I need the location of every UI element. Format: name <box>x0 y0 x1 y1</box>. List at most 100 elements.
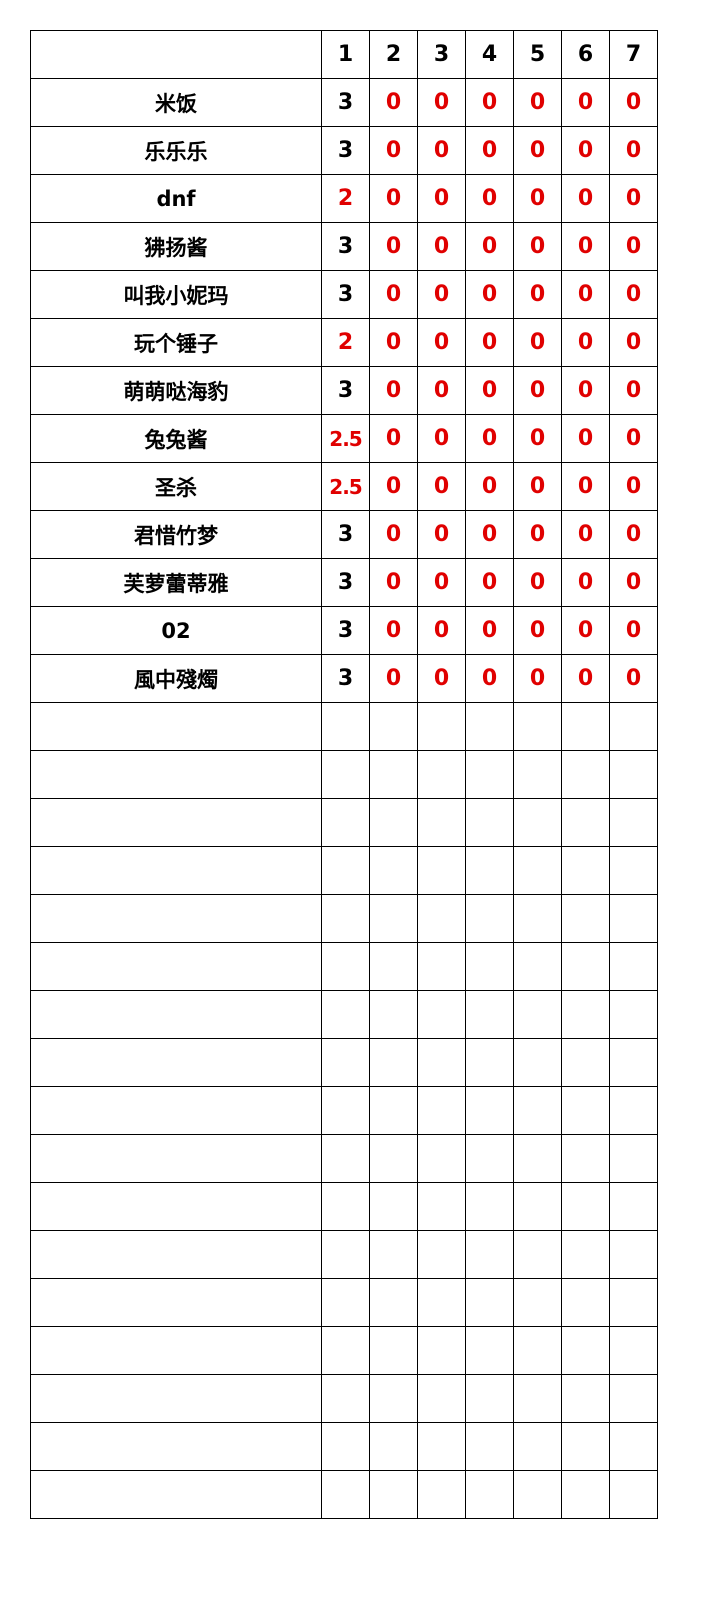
table-row <box>30 750 658 799</box>
score-cell-round-7 <box>609 798 658 847</box>
score-cell-round-1 <box>321 750 370 799</box>
score-cell-round-2 <box>369 1182 418 1231</box>
score-cell-round-7 <box>609 1278 658 1327</box>
player-name-cell: 乐乐乐 <box>30 126 322 175</box>
score-cell-round-6: 0 <box>561 510 610 559</box>
score-cell-round-4: 0 <box>465 510 514 559</box>
score-cell-round-5 <box>513 702 562 751</box>
score-cell-round-7: 0 <box>609 174 658 223</box>
score-cell-round-2: 0 <box>369 78 418 127</box>
score-cell-round-5: 0 <box>513 654 562 703</box>
score-cell-round-7 <box>609 1134 658 1183</box>
score-cell-round-3 <box>417 1230 466 1279</box>
score-cell-round-1 <box>321 702 370 751</box>
score-cell-round-6 <box>561 942 610 991</box>
score-cell-round-6: 0 <box>561 270 610 319</box>
table-row <box>30 1134 658 1183</box>
score-cell-round-6 <box>561 1230 610 1279</box>
score-cell-round-7: 0 <box>609 126 658 175</box>
score-cell-round-7: 0 <box>609 462 658 511</box>
score-cell-round-5 <box>513 1422 562 1471</box>
score-cell-round-6: 0 <box>561 558 610 607</box>
score-cell-round-6: 0 <box>561 366 610 415</box>
table-row <box>30 702 658 751</box>
score-cell-round-2: 0 <box>369 462 418 511</box>
score-cell-round-6 <box>561 750 610 799</box>
score-cell-round-5 <box>513 1278 562 1327</box>
score-cell-round-6 <box>561 1278 610 1327</box>
header-col-4: 4 <box>465 30 514 79</box>
score-cell-round-3: 0 <box>417 318 466 367</box>
score-cell-round-4 <box>465 1422 514 1471</box>
player-name-cell: dnf <box>30 174 322 223</box>
score-cell-round-5: 0 <box>513 414 562 463</box>
table-row: 02 3 0 0 0 0 0 0 <box>30 606 658 655</box>
score-cell-round-7 <box>609 1422 658 1471</box>
score-cell-round-7: 0 <box>609 558 658 607</box>
score-cell-round-4: 0 <box>465 318 514 367</box>
player-name-cell: 君惜竹梦 <box>30 510 322 559</box>
score-cell-round-1: 3 <box>321 126 370 175</box>
score-cell-round-3 <box>417 1134 466 1183</box>
score-cell-round-5 <box>513 990 562 1039</box>
score-cell-round-6 <box>561 1038 610 1087</box>
score-cell-round-3: 0 <box>417 78 466 127</box>
table-row: 圣杀 2.5 0 0 0 0 0 0 <box>30 462 658 511</box>
score-cell-round-7 <box>609 1374 658 1423</box>
score-cell-round-4 <box>465 846 514 895</box>
score-cell-round-6: 0 <box>561 222 610 271</box>
score-cell-round-7 <box>609 1326 658 1375</box>
score-cell-round-5 <box>513 1134 562 1183</box>
score-cell-round-5 <box>513 798 562 847</box>
header-name-cell <box>30 30 322 79</box>
table-row <box>30 1086 658 1135</box>
player-name-cell: 圣杀 <box>30 462 322 511</box>
score-cell-round-3 <box>417 1278 466 1327</box>
player-name-cell <box>30 1038 322 1087</box>
player-name-cell <box>30 1278 322 1327</box>
score-cell-round-3: 0 <box>417 366 466 415</box>
score-cell-round-2: 0 <box>369 654 418 703</box>
score-cell-round-3: 0 <box>417 174 466 223</box>
score-cell-round-2 <box>369 1422 418 1471</box>
score-cell-round-4: 0 <box>465 78 514 127</box>
score-cell-round-4: 0 <box>465 654 514 703</box>
score-cell-round-2 <box>369 1470 418 1519</box>
player-name-cell <box>30 1086 322 1135</box>
score-cell-round-6: 0 <box>561 174 610 223</box>
score-cell-round-5: 0 <box>513 606 562 655</box>
header-col-1: 1 <box>321 30 370 79</box>
score-cell-round-2 <box>369 750 418 799</box>
score-cell-round-5 <box>513 750 562 799</box>
score-cell-round-7: 0 <box>609 318 658 367</box>
score-cell-round-6 <box>561 1422 610 1471</box>
score-cell-round-3: 0 <box>417 654 466 703</box>
score-cell-round-5 <box>513 1182 562 1231</box>
score-cell-round-2 <box>369 1134 418 1183</box>
player-name-cell <box>30 1470 322 1519</box>
score-cell-round-5: 0 <box>513 510 562 559</box>
score-cell-round-1 <box>321 894 370 943</box>
score-cell-round-1: 3 <box>321 366 370 415</box>
player-name-cell <box>30 702 322 751</box>
score-cell-round-7: 0 <box>609 270 658 319</box>
player-name-cell <box>30 894 322 943</box>
table-row: 米饭 3 0 0 0 0 0 0 <box>30 78 658 127</box>
score-cell-round-4 <box>465 990 514 1039</box>
score-cell-round-4: 0 <box>465 126 514 175</box>
score-cell-round-1: 3 <box>321 78 370 127</box>
score-cell-round-1 <box>321 1470 370 1519</box>
header-col-7: 7 <box>609 30 658 79</box>
score-cell-round-7 <box>609 846 658 895</box>
score-cell-round-3: 0 <box>417 414 466 463</box>
score-cell-round-1: 2.5 <box>321 414 370 463</box>
score-cell-round-3: 0 <box>417 270 466 319</box>
score-cell-round-2: 0 <box>369 126 418 175</box>
table-row <box>30 1278 658 1327</box>
score-cell-round-1: 2 <box>321 318 370 367</box>
score-cell-round-4 <box>465 1278 514 1327</box>
score-cell-round-4 <box>465 1038 514 1087</box>
score-cell-round-1 <box>321 1134 370 1183</box>
score-cell-round-2 <box>369 942 418 991</box>
score-cell-round-4: 0 <box>465 174 514 223</box>
